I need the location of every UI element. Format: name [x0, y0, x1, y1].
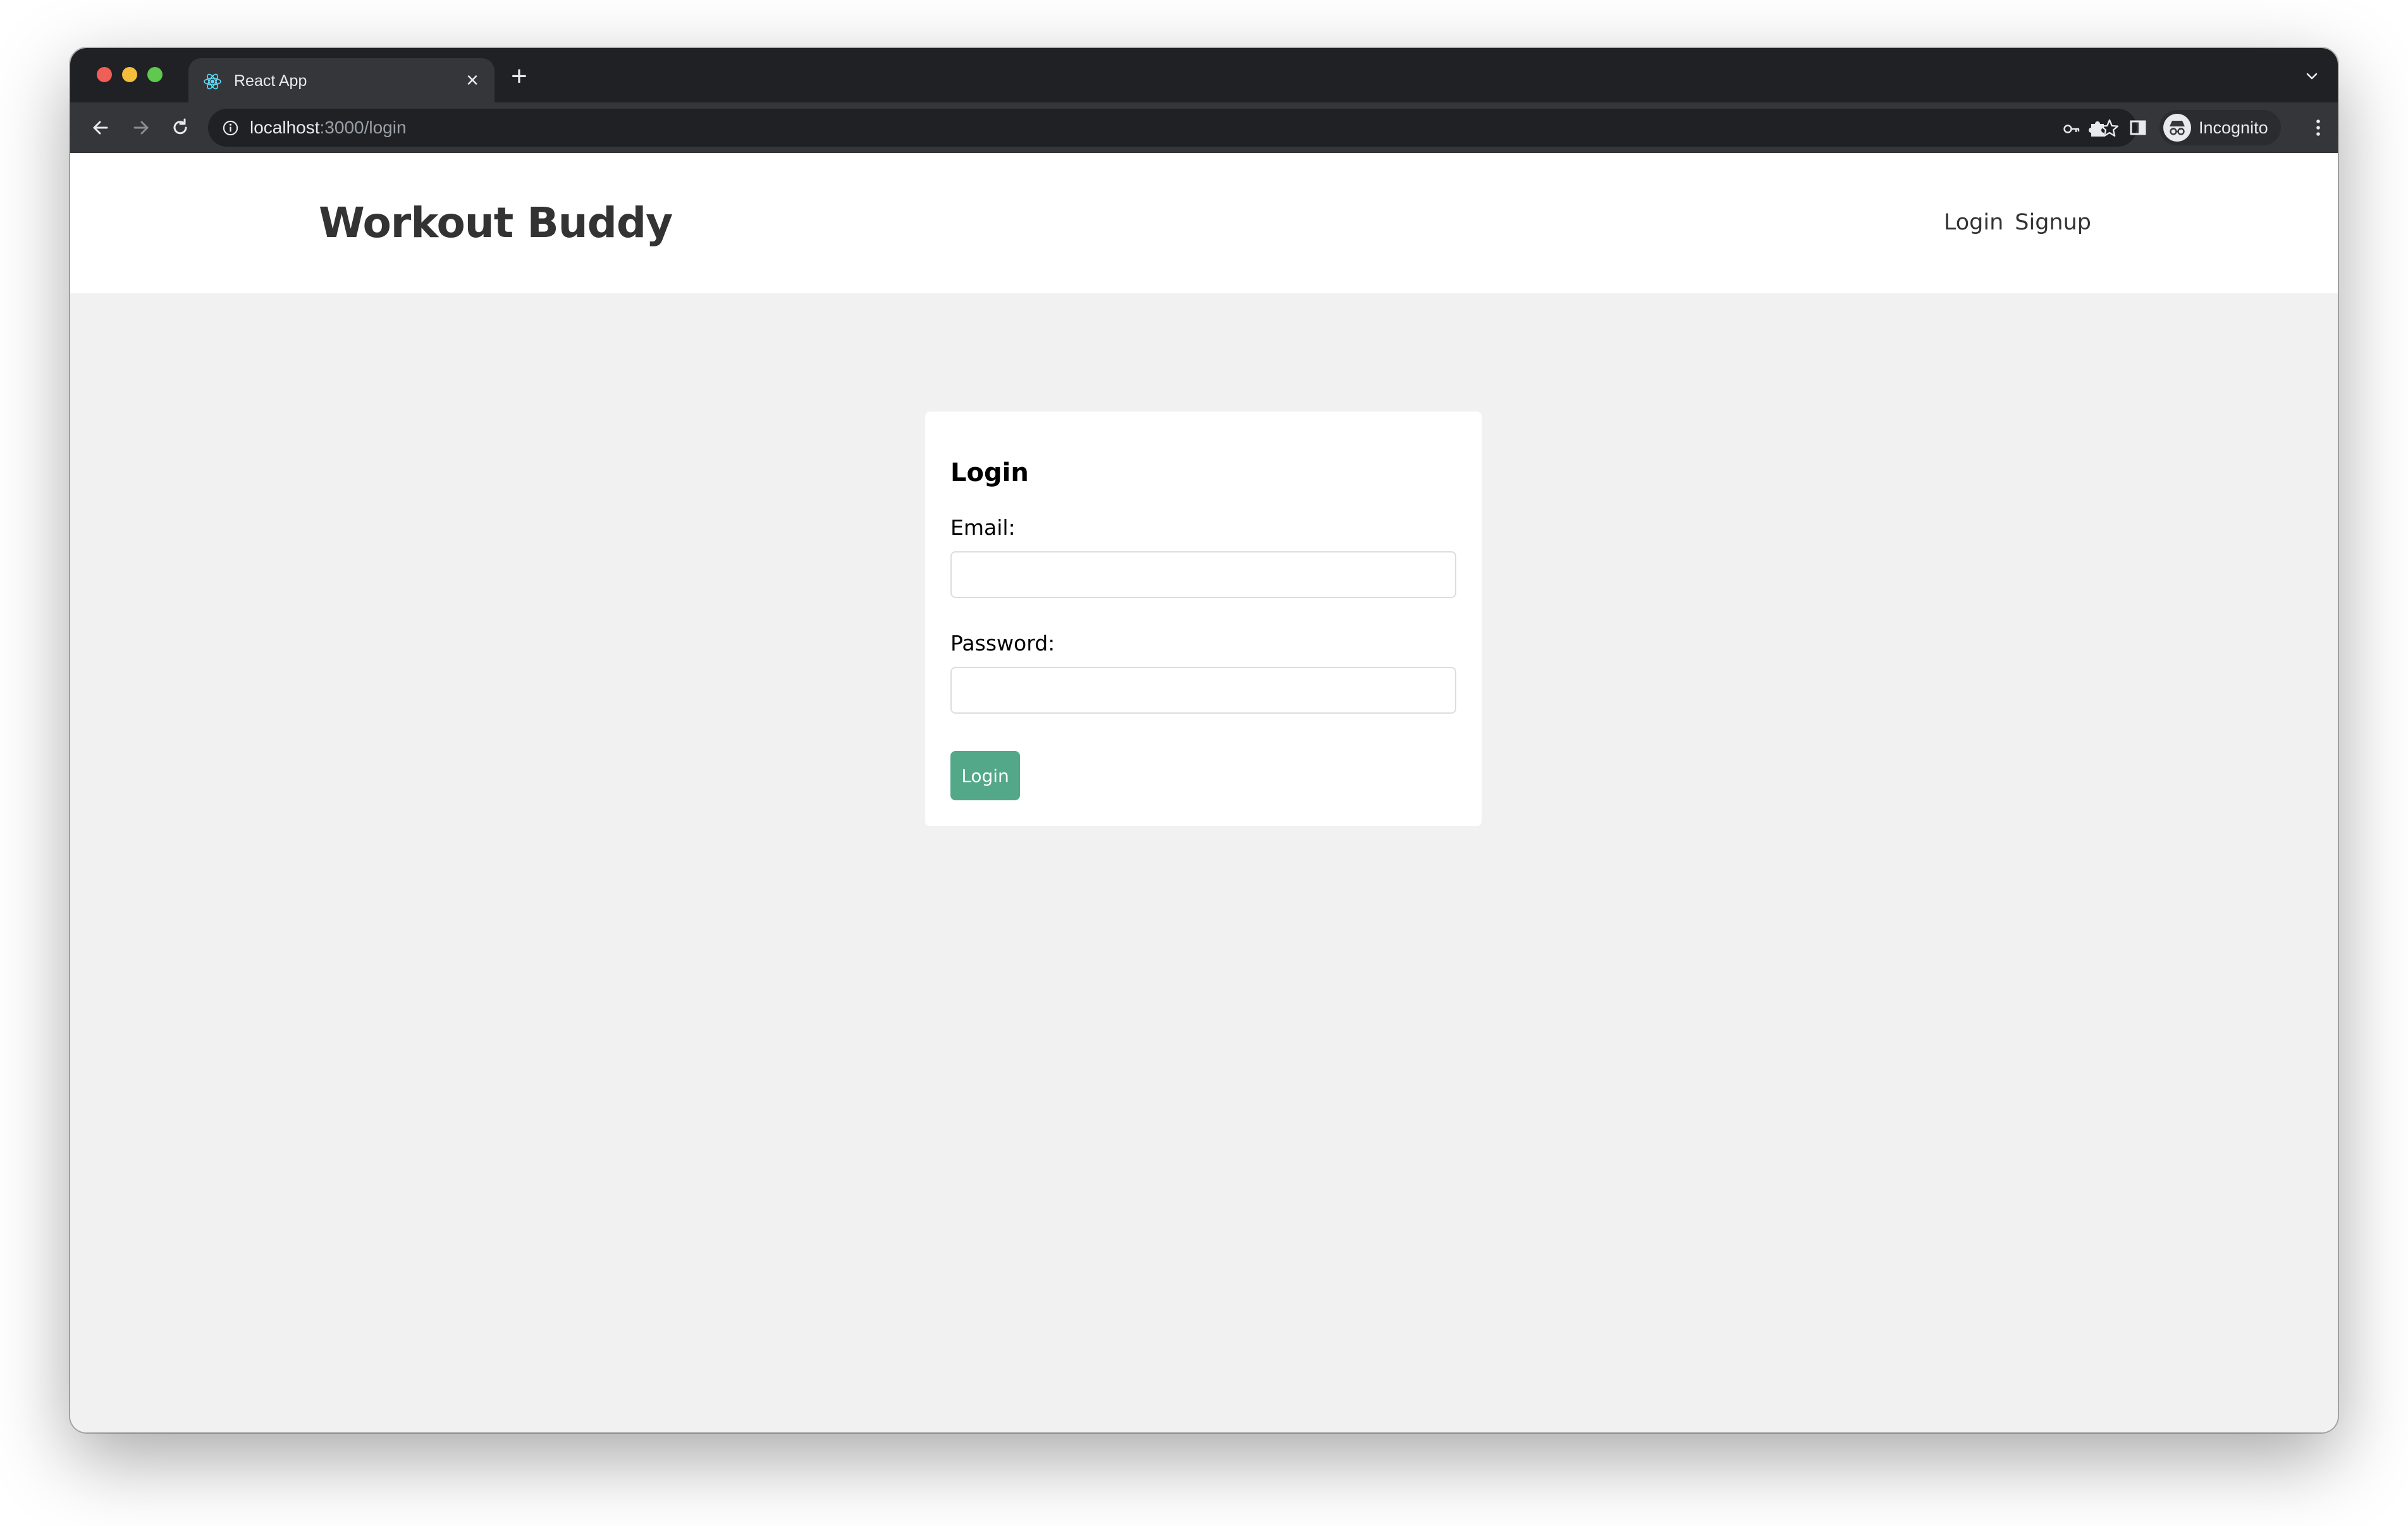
- url-text[interactable]: localhost:3000/login: [250, 116, 407, 139]
- incognito-icon: [2163, 114, 2191, 142]
- email-label: Email:: [950, 515, 1016, 540]
- tab-title: React App: [234, 72, 307, 90]
- window-close-button[interactable]: [97, 67, 112, 82]
- nav-signup-link[interactable]: Signup: [2015, 210, 2091, 235]
- page-viewport: Workout Buddy Login Signup Login Email: P…: [70, 153, 2338, 1432]
- url-host: localhost: [250, 118, 320, 137]
- login-submit-button[interactable]: Login: [950, 751, 1020, 800]
- nav-login-link[interactable]: Login: [1944, 210, 2003, 235]
- password-field[interactable]: [950, 667, 1456, 714]
- reload-icon[interactable]: [168, 115, 193, 140]
- url-path: :3000/login: [319, 118, 407, 137]
- browser-tab-active[interactable]: React App ×: [188, 58, 494, 102]
- kebab-menu-icon[interactable]: [2309, 115, 2328, 140]
- brand-link[interactable]: Workout Buddy: [319, 195, 673, 252]
- forward-icon[interactable]: [128, 115, 154, 140]
- back-icon[interactable]: [88, 115, 113, 140]
- puzzle-icon[interactable]: [2085, 115, 2110, 140]
- app-header: Workout Buddy Login Signup: [70, 153, 2338, 293]
- browser-titlebar: React App × +: [70, 48, 2338, 102]
- window-minimize-button[interactable]: [122, 67, 137, 82]
- chevron-down-icon[interactable]: [2302, 67, 2321, 86]
- header-nav: Login Signup: [1932, 209, 2091, 236]
- login-form-title: Login: [950, 458, 1029, 487]
- email-field[interactable]: [950, 551, 1456, 598]
- browser-window: React App × + localhost:3000/login Incog…: [70, 48, 2338, 1432]
- incognito-label: Incognito: [2199, 118, 2268, 137]
- new-tab-button[interactable]: +: [507, 63, 532, 90]
- react-favicon: [204, 73, 221, 90]
- password-label: Password:: [950, 631, 1055, 656]
- tab-close-icon[interactable]: ×: [462, 70, 483, 91]
- sidepanel-icon[interactable]: [2125, 115, 2151, 140]
- key-icon[interactable]: [2062, 119, 2081, 138]
- browser-toolbar: localhost:3000/login Incognito: [70, 102, 2338, 153]
- address-bar[interactable]: localhost:3000/login: [208, 109, 2137, 147]
- window-maximize-button[interactable]: [147, 67, 163, 82]
- login-form: Login Email: Password: Login: [925, 412, 1482, 826]
- incognito-profile-button[interactable]: Incognito: [2159, 110, 2281, 145]
- info-icon[interactable]: [222, 119, 239, 137]
